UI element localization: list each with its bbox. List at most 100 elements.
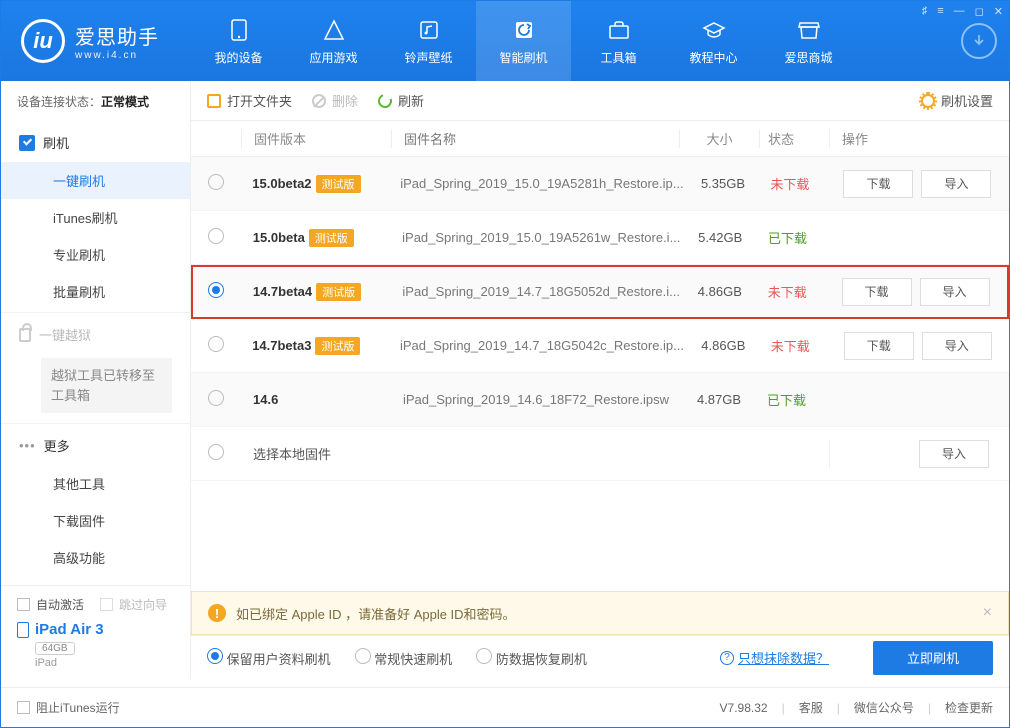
side-item-pro[interactable]: 专业刷机: [1, 236, 190, 273]
lock-icon: [19, 328, 31, 342]
apps-icon: [321, 17, 347, 43]
side-item-batch[interactable]: 批量刷机: [1, 273, 190, 310]
row-radio[interactable]: [208, 228, 224, 244]
logo-icon: iu: [21, 19, 65, 63]
firmware-table: 固件版本 固件名称 大小 状态 操作 15.0beta2测试版iPad_Spri…: [191, 121, 1009, 587]
import-local-button[interactable]: 导入: [919, 440, 989, 468]
footer-update[interactable]: 检查更新: [945, 699, 993, 716]
footer-support[interactable]: 客服: [799, 699, 823, 716]
side-section-jailbreak: 一键越狱: [1, 315, 190, 354]
side-item-advanced[interactable]: 高级功能: [1, 539, 190, 576]
device-panel: 自动激活 跳过向导 iPad Air 3 64GB iPad: [1, 585, 191, 679]
import-button[interactable]: 导入: [921, 170, 991, 198]
table-row[interactable]: 15.0beta测试版iPad_Spring_2019_15.0_19A5261…: [191, 211, 1009, 265]
app-name: 爱思助手: [75, 21, 159, 50]
tb-refresh[interactable]: 刷新: [378, 91, 424, 110]
side-section-flash[interactable]: 刷机: [1, 123, 190, 162]
warning-close[interactable]: ×: [983, 604, 992, 622]
chk-auto-activate[interactable]: 自动激活: [17, 596, 84, 613]
gear-icon: [921, 94, 935, 108]
info-icon: ?: [720, 651, 734, 665]
more-icon: •••: [19, 438, 36, 453]
table-row[interactable]: 15.0beta2测试版iPad_Spring_2019_15.0_19A528…: [191, 157, 1009, 211]
radio-local[interactable]: [208, 444, 224, 460]
device-type: iPad: [35, 657, 174, 669]
download-button[interactable]: 下载: [843, 170, 913, 198]
beta-badge: 测试版: [309, 229, 354, 247]
nav-toolbox[interactable]: 工具箱: [571, 1, 666, 81]
win-close-icon[interactable]: ✕: [994, 5, 1003, 18]
app-url: www.i4.cn: [75, 50, 159, 61]
store-icon: [796, 17, 822, 43]
footer: 阻止iTunes运行 V7.98.32 | 客服 | 微信公众号 | 检查更新: [1, 687, 1009, 727]
side-nav: 刷机 一键刷机 iTunes刷机 专业刷机 批量刷机 一键越狱 越狱工具已转移至…: [1, 121, 191, 587]
side-section-more[interactable]: ••• 更多: [1, 426, 190, 465]
row-radio[interactable]: [208, 336, 224, 352]
ipad-icon: [17, 622, 29, 638]
table-header: 固件版本 固件名称 大小 状态 操作: [191, 121, 1009, 157]
device-storage: 64GB: [35, 642, 75, 655]
connection-status: 设备连接状态： 正常模式: [1, 81, 191, 121]
flash-now-button[interactable]: 立即刷机: [873, 641, 993, 675]
phone-icon: [226, 17, 252, 43]
nav-flash[interactable]: 智能刷机: [476, 1, 571, 81]
chk-skip-guide[interactable]: 跳过向导: [100, 596, 167, 613]
jailbreak-note: 越狱工具已转移至工具箱: [41, 358, 172, 413]
warning-bar: ! 如已绑定 Apple ID ，请准备好 Apple ID和密码。 ×: [191, 591, 1009, 635]
header: iu 爱思助手 www.i4.cn 我的设备 应用游戏 铃声壁纸 智能刷机 工具…: [1, 1, 1009, 81]
beta-badge: 测试版: [315, 337, 360, 355]
beta-badge: 测试版: [316, 175, 361, 193]
nav-apps[interactable]: 应用游戏: [286, 1, 381, 81]
download-button[interactable]: 下载: [844, 332, 914, 360]
table-row[interactable]: 14.7beta3测试版iPad_Spring_2019_14.7_18G504…: [191, 319, 1009, 373]
nav-my-device[interactable]: 我的设备: [191, 1, 286, 81]
side-item-oneclick[interactable]: 一键刷机: [1, 162, 190, 199]
nav-ringtones[interactable]: 铃声壁纸: [381, 1, 476, 81]
row-radio[interactable]: [208, 390, 224, 406]
logo[interactable]: iu 爱思助手 www.i4.cn: [1, 1, 191, 81]
delete-icon: [312, 94, 326, 108]
erase-link[interactable]: 只想抹除数据？: [738, 648, 829, 667]
opt-antirecover[interactable]: 防数据恢复刷机: [476, 648, 587, 668]
tb-delete: 删除: [312, 91, 358, 110]
nav-store[interactable]: 爱思商城: [761, 1, 856, 81]
footer-wechat[interactable]: 微信公众号: [854, 699, 914, 716]
local-firmware-row[interactable]: 选择本地固件 导入: [191, 427, 1009, 481]
beta-badge: 测试版: [316, 283, 361, 301]
chk-block-itunes[interactable]: 阻止iTunes运行: [17, 699, 120, 716]
refresh-small-icon: [376, 91, 395, 110]
device-name[interactable]: iPad Air 3: [17, 621, 174, 638]
toolbar: 打开文件夹 删除 刷新 刷机设置: [191, 81, 1009, 121]
win-max-icon[interactable]: ◻: [975, 5, 984, 18]
table-row[interactable]: 14.7beta4测试版iPad_Spring_2019_14.7_18G505…: [191, 265, 1009, 319]
side-item-download-fw[interactable]: 下载固件: [1, 502, 190, 539]
warning-text: 如已绑定 Apple ID ，请准备好 Apple ID和密码。: [236, 604, 516, 623]
version-label: V7.98.32: [720, 701, 768, 715]
side-item-itunes[interactable]: iTunes刷机: [1, 199, 190, 236]
import-button[interactable]: 导入: [922, 332, 992, 360]
music-icon: [416, 17, 442, 43]
download-icon: [961, 23, 997, 59]
win-menu-icon[interactable]: ≡: [937, 5, 943, 18]
import-button[interactable]: 导入: [920, 278, 990, 306]
warning-icon: !: [208, 604, 226, 622]
row-radio[interactable]: [208, 282, 224, 298]
flash-icon: [19, 135, 35, 151]
row-radio[interactable]: [208, 174, 224, 190]
side-item-tools[interactable]: 其他工具: [1, 465, 190, 502]
top-nav: 我的设备 应用游戏 铃声壁纸 智能刷机 工具箱 教程中心 爱思商城: [191, 1, 949, 81]
flash-options: 保留用户资料刷机 常规快速刷机 防数据恢复刷机 ? 只想抹除数据？ 立即刷机: [191, 635, 1009, 679]
opt-keep-data[interactable]: 保留用户资料刷机: [207, 648, 331, 668]
tb-open-folder[interactable]: 打开文件夹: [207, 91, 292, 110]
tb-settings[interactable]: 刷机设置: [921, 91, 993, 110]
win-min-icon[interactable]: —: [954, 5, 965, 18]
nav-tutorials[interactable]: 教程中心: [666, 1, 761, 81]
download-button[interactable]: 下载: [842, 278, 912, 306]
win-pin-icon[interactable]: ♯: [922, 5, 928, 18]
opt-normal[interactable]: 常规快速刷机: [355, 648, 453, 668]
folder-icon: [207, 94, 221, 108]
table-row[interactable]: 14.6iPad_Spring_2019_14.6_18F72_Restore.…: [191, 373, 1009, 427]
toolbox-icon: [606, 17, 632, 43]
window-controls: ♯ ≡ — ◻ ✕: [922, 5, 1003, 18]
refresh-icon: [511, 17, 537, 43]
